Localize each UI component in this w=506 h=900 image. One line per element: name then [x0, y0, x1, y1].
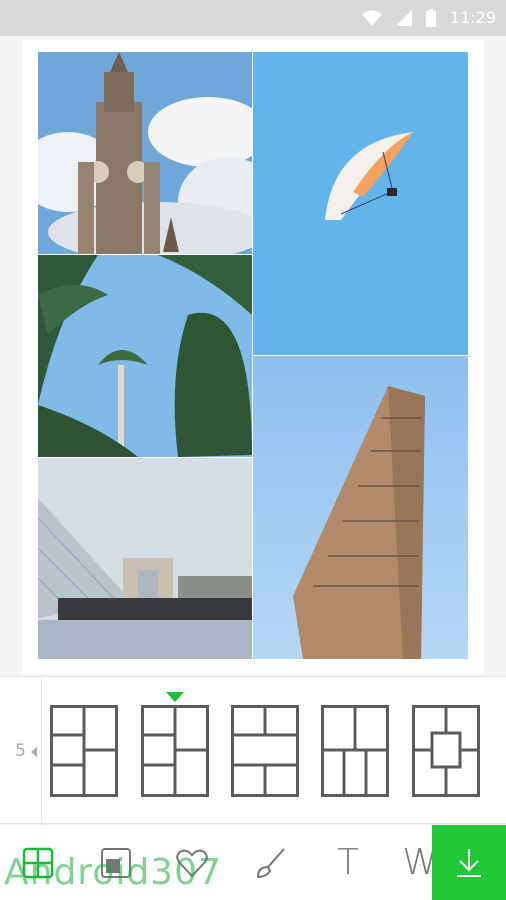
layout-template-3[interactable]	[231, 705, 299, 797]
sticker-tool[interactable]	[172, 843, 212, 883]
photo-flatiron-building[interactable]	[253, 356, 468, 659]
photo-palm-trees[interactable]	[38, 255, 252, 457]
signal-icon	[395, 9, 412, 26]
status-time: 11:29	[449, 8, 496, 27]
border-icon	[101, 848, 131, 878]
border-tool[interactable]	[96, 843, 136, 883]
photo-count: 5	[15, 741, 26, 761]
collage[interactable]	[38, 52, 468, 659]
wifi-icon	[361, 10, 382, 26]
brush-icon	[256, 848, 285, 879]
photo-paraglider-sky[interactable]	[253, 52, 468, 355]
caret-left-icon	[31, 747, 37, 757]
sticker-heart-icon	[176, 849, 208, 878]
photo-count-selector[interactable]: 5	[0, 677, 42, 825]
layout-template-1[interactable]	[50, 705, 118, 797]
download-icon	[457, 848, 481, 877]
download-button[interactable]	[432, 825, 506, 900]
text-icon: T	[337, 842, 359, 883]
layout-tool[interactable]	[18, 843, 58, 883]
photo-cathedral-tower[interactable]	[38, 52, 252, 254]
bottom-toolbar: T W	[0, 825, 506, 900]
brush-tool[interactable]	[250, 843, 290, 883]
status-bar: 11:29	[0, 0, 506, 36]
selected-layout-marker	[166, 692, 184, 702]
battery-icon	[425, 8, 436, 27]
photo-louvre-pyramid[interactable]	[38, 458, 252, 659]
layout-icon	[22, 847, 54, 879]
layout-template-2[interactable]	[141, 705, 209, 797]
layout-template-5[interactable]	[412, 705, 480, 797]
text-tool[interactable]: T	[328, 843, 368, 883]
layout-picker: 5	[0, 676, 506, 825]
layout-template-4[interactable]	[321, 705, 389, 797]
